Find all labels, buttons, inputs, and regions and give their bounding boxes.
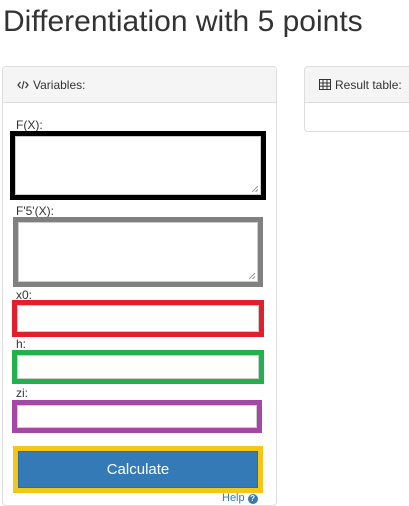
- variables-panel-heading: Variables:: [3, 67, 276, 103]
- zi-label: zi:: [16, 386, 28, 400]
- resize-grip-icon[interactable]: [252, 186, 258, 192]
- fx-textarea[interactable]: [15, 136, 261, 195]
- f5x-field-highlight: [13, 217, 263, 287]
- page-title: Differentiation with 5 points: [3, 5, 363, 38]
- fx-label: F(X):: [16, 118, 43, 132]
- h-input[interactable]: [17, 355, 259, 379]
- calculate-button[interactable]: Calculate: [18, 451, 258, 488]
- help-link[interactable]: Help ?: [222, 493, 258, 504]
- result-table-panel-title: Result table:: [335, 77, 402, 92]
- code-icon: [17, 80, 29, 90]
- x0-field-highlight: [12, 300, 264, 337]
- x0-input[interactable]: [17, 305, 259, 332]
- h-label: h:: [16, 337, 27, 351]
- h-field-highlight: [12, 350, 264, 384]
- zi-field-highlight: [12, 400, 262, 433]
- result-table-panel-heading: Result table:: [305, 67, 409, 103]
- table-icon: [319, 79, 331, 90]
- f5x-textarea[interactable]: [18, 222, 258, 282]
- fx-field-highlight: [10, 131, 266, 200]
- question-circle-icon: ?: [247, 493, 258, 504]
- variables-panel-title: Variables:: [33, 77, 86, 92]
- result-table-panel: Result table:: [304, 66, 409, 132]
- f5x-label: F'5'(X):: [16, 204, 54, 218]
- help-label: Help: [222, 492, 245, 504]
- resize-grip-icon[interactable]: [249, 273, 255, 279]
- zi-input[interactable]: [17, 405, 257, 428]
- calculate-button-highlight: Calculate: [13, 446, 263, 493]
